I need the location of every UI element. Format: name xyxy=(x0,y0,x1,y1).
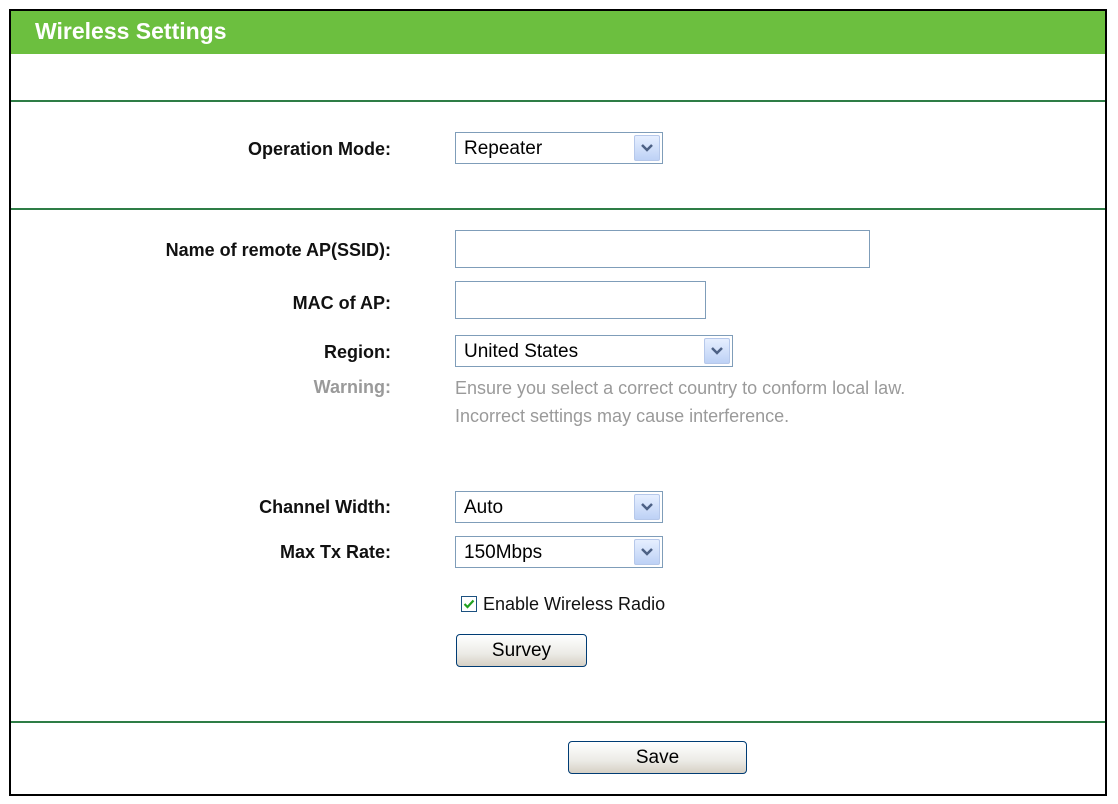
channel-width-select[interactable]: Auto xyxy=(455,491,663,523)
enable-wireless-radio-label: Enable Wireless Radio xyxy=(483,594,666,614)
ssid-label: Name of remote AP(SSID): xyxy=(165,240,391,260)
operation-mode-label: Operation Mode: xyxy=(248,139,391,159)
warning-text-line2: Incorrect settings may cause interferenc… xyxy=(455,406,790,426)
chevron-down-icon[interactable] xyxy=(634,135,660,161)
survey-button[interactable]: Survey xyxy=(456,634,587,667)
title-bar: Wireless Settings xyxy=(11,11,1105,54)
operation-mode-select[interactable]: Repeater xyxy=(455,132,663,164)
checkmark-icon xyxy=(463,599,475,609)
chevron-down-icon[interactable] xyxy=(634,539,660,565)
warning-text-line1: Ensure you select a correct country to c… xyxy=(455,378,906,398)
region-select[interactable]: United States xyxy=(455,335,733,367)
operation-mode-value: Repeater xyxy=(464,138,543,159)
max-tx-rate-label: Max Tx Rate: xyxy=(279,542,391,562)
chevron-down-icon[interactable] xyxy=(634,494,660,520)
chevron-down-icon[interactable] xyxy=(704,338,730,364)
channel-width-value: Auto xyxy=(464,497,504,518)
channel-width-label: Channel Width: xyxy=(259,497,391,517)
wireless-settings-panel: Wireless Settings Operation Mode: Repeat… xyxy=(9,9,1107,796)
enable-wireless-radio-checkbox[interactable] xyxy=(461,596,477,612)
section-divider xyxy=(11,208,1105,210)
max-tx-rate-value: 150Mbps xyxy=(464,542,543,563)
mac-label: MAC of AP: xyxy=(292,293,391,313)
warning-label: Warning: xyxy=(313,377,391,397)
ssid-input[interactable] xyxy=(455,230,870,268)
region-label: Region: xyxy=(324,342,391,362)
max-tx-rate-select[interactable]: 150Mbps xyxy=(455,536,663,568)
page-title: Wireless Settings xyxy=(35,18,227,44)
save-button[interactable]: Save xyxy=(568,741,747,774)
section-divider xyxy=(11,721,1105,723)
region-value: United States xyxy=(464,341,579,362)
mac-input[interactable] xyxy=(455,281,706,319)
section-divider xyxy=(11,100,1105,102)
